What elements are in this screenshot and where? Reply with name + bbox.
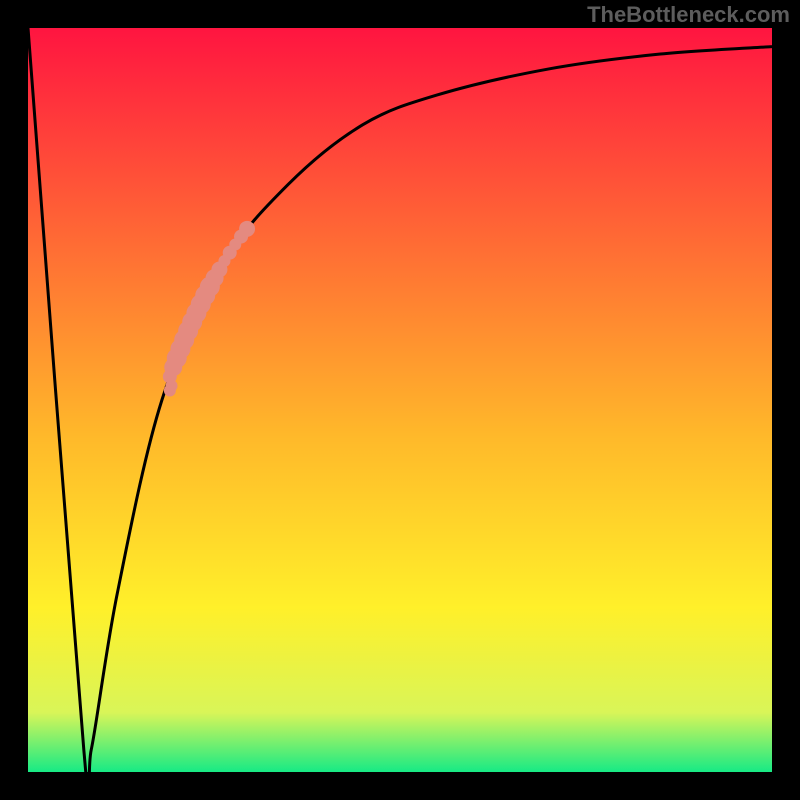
attribution-label: TheBottleneck.com [587,2,790,28]
chart-container: TheBottleneck.com [0,0,800,800]
chart-svg [0,0,800,800]
highlight-dot [164,385,176,397]
plot-background [28,28,772,772]
highlight-dot [239,221,255,237]
